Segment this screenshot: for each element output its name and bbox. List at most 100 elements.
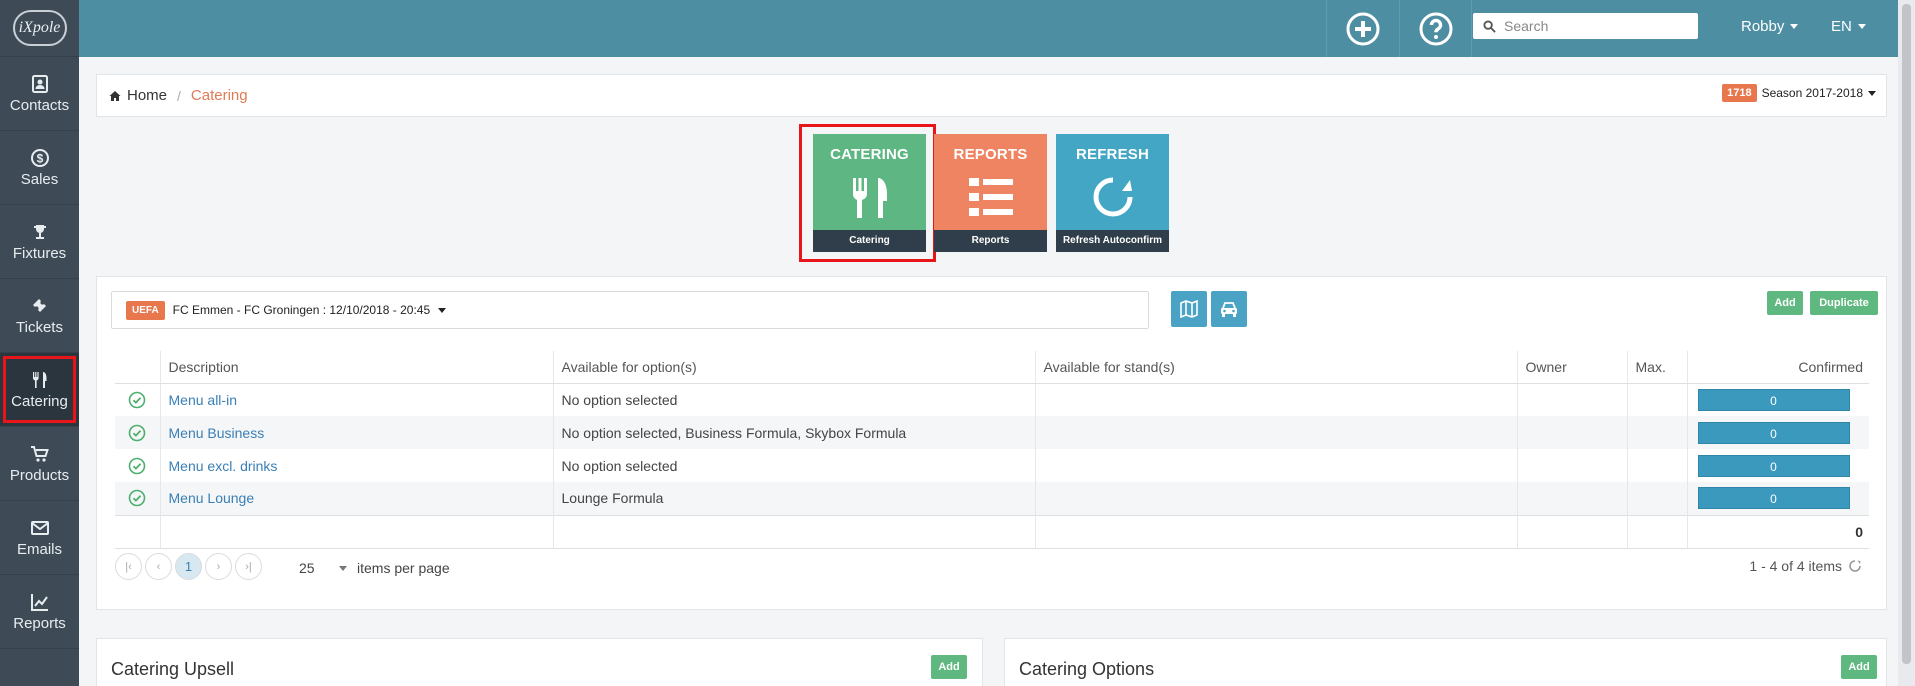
column-header-owner[interactable]: Owner bbox=[1516, 351, 1627, 384]
first-page-button[interactable]: |‹ bbox=[115, 553, 142, 580]
map-button[interactable] bbox=[1171, 291, 1207, 327]
map-icon bbox=[1180, 299, 1198, 319]
scrollbar-thumb[interactable] bbox=[1902, 4, 1911, 664]
logo-text: iXpole bbox=[12, 10, 67, 46]
max-cell bbox=[1626, 383, 1687, 416]
top-bar: Robby EN bbox=[79, 0, 1915, 57]
tile-title: REPORTS bbox=[953, 146, 1028, 163]
question-circle-icon bbox=[1419, 12, 1452, 45]
prev-page-button[interactable]: ‹ bbox=[145, 553, 172, 580]
sidebar-item-products[interactable]: Products bbox=[0, 427, 79, 501]
trophy-icon bbox=[33, 224, 46, 239]
column-header-description[interactable]: Description bbox=[159, 351, 553, 384]
season-selector[interactable]: 1718 Season 2017-2018 bbox=[1722, 84, 1876, 102]
next-page-button[interactable]: › bbox=[205, 553, 232, 580]
language-label: EN bbox=[1831, 18, 1852, 35]
menu-link[interactable]: Menu Business bbox=[169, 425, 265, 441]
stands-cell bbox=[1034, 482, 1517, 515]
add-button[interactable]: Add bbox=[1767, 291, 1803, 315]
refresh-tile[interactable]: REFRESH Refresh Autoconfirm bbox=[1056, 134, 1169, 252]
refresh-icon[interactable] bbox=[1848, 559, 1862, 573]
owner-cell bbox=[1516, 449, 1627, 482]
language-menu[interactable]: EN bbox=[1831, 18, 1866, 35]
page-button-current[interactable]: 1 bbox=[175, 553, 202, 580]
table-row: Menu all-in No option selected 0 bbox=[115, 383, 1869, 416]
sidebar-item-label: Contacts bbox=[9, 96, 70, 114]
car-button[interactable] bbox=[1211, 291, 1247, 327]
add-new-button[interactable] bbox=[1326, 0, 1399, 57]
chart-icon bbox=[30, 593, 48, 611]
catering-options-panel: Catering Options Add bbox=[1004, 638, 1887, 686]
last-page-button[interactable]: ›| bbox=[235, 553, 262, 580]
sidebar-item-contacts[interactable]: Contacts bbox=[0, 57, 79, 131]
page-size-dropdown[interactable]: 25 bbox=[299, 560, 347, 576]
options-cell: No option selected bbox=[552, 383, 1035, 416]
column-header-options[interactable]: Available for option(s) bbox=[552, 351, 1035, 384]
confirmed-cell: 0 bbox=[1686, 449, 1869, 482]
description-cell: Menu all-in bbox=[159, 383, 553, 416]
duplicate-button[interactable]: Duplicate bbox=[1810, 291, 1878, 315]
page-size-value: 25 bbox=[299, 560, 315, 576]
chevron-down-icon bbox=[438, 307, 447, 313]
sidebar-item-catering[interactable]: Catering bbox=[0, 353, 79, 427]
menu-link[interactable]: Menu Lounge bbox=[169, 490, 255, 506]
confirmed-bar: 0 bbox=[1697, 454, 1850, 477]
check-circle-icon bbox=[128, 490, 146, 507]
list-icon bbox=[968, 177, 1013, 216]
user-menu[interactable]: Robby bbox=[1741, 18, 1799, 35]
breadcrumb-home-link[interactable]: Home bbox=[127, 87, 167, 104]
breadcrumb: Home / Catering 1718 Season 2017-2018 bbox=[96, 74, 1887, 117]
search-box[interactable] bbox=[1473, 13, 1698, 39]
status-cell bbox=[115, 383, 160, 416]
menu-table: Description Available for option(s) Avai… bbox=[115, 351, 1869, 549]
confirmed-bar: 0 bbox=[1697, 388, 1850, 411]
description-cell: Menu Business bbox=[159, 416, 553, 449]
stands-cell bbox=[1034, 383, 1517, 416]
search-input[interactable] bbox=[1504, 18, 1684, 34]
logo[interactable]: iXpole bbox=[0, 0, 79, 57]
stands-cell bbox=[1034, 416, 1517, 449]
sidebar-item-label: Emails bbox=[16, 540, 62, 558]
sidebar-item-tickets[interactable]: Tickets bbox=[0, 279, 79, 353]
sidebar-item-label: Catering bbox=[11, 392, 68, 410]
catering-upsell-panel: Catering Upsell Add bbox=[96, 638, 983, 686]
cutlery-icon bbox=[32, 371, 46, 388]
car-icon bbox=[1221, 302, 1237, 317]
max-cell bbox=[1626, 449, 1687, 482]
column-header-stands[interactable]: Available for stand(s) bbox=[1034, 351, 1517, 384]
panel-title: Catering Upsell bbox=[111, 659, 235, 679]
total-confirmed: 0 bbox=[1686, 514, 1869, 549]
menu-link[interactable]: Menu all-in bbox=[169, 392, 237, 408]
add-upsell-button[interactable]: Add bbox=[931, 655, 967, 679]
chevron-down-icon bbox=[1868, 90, 1876, 96]
reports-tile[interactable]: REPORTS Reports bbox=[934, 134, 1047, 252]
scrollbar[interactable] bbox=[1898, 0, 1915, 686]
plus-circle-icon bbox=[1346, 12, 1380, 45]
owner-cell bbox=[1516, 416, 1627, 449]
owner-cell bbox=[1516, 482, 1627, 515]
options-cell: No option selected, Business Formula, Sk… bbox=[552, 416, 1035, 449]
sidebar-item-fixtures[interactable]: Fixtures bbox=[0, 205, 79, 279]
check-circle-icon bbox=[128, 391, 146, 409]
match-selector[interactable]: UEFA FC Emmen - FC Groningen : 12/10/201… bbox=[111, 291, 1149, 329]
sidebar-item-reports[interactable]: Reports bbox=[0, 575, 79, 649]
sidebar-item-sales[interactable]: $ Sales bbox=[0, 131, 79, 205]
season-label: Season 2017-2018 bbox=[1761, 86, 1863, 100]
menu-link[interactable]: Menu excl. drinks bbox=[169, 458, 278, 474]
help-button[interactable] bbox=[1399, 0, 1472, 57]
add-option-button[interactable]: Add bbox=[1841, 655, 1877, 679]
sidebar-item-emails[interactable]: Emails bbox=[0, 501, 79, 575]
confirmed-bar: 0 bbox=[1697, 487, 1850, 510]
catering-panel: UEFA FC Emmen - FC Groningen : 12/10/201… bbox=[96, 276, 1887, 610]
items-per-page-label: items per page bbox=[357, 560, 450, 576]
dollar-icon: $ bbox=[30, 148, 49, 167]
chevron-down-icon bbox=[339, 565, 347, 571]
table-total-row: 0 bbox=[115, 514, 1869, 549]
match-label: FC Emmen - FC Groningen : 12/10/2018 - 2… bbox=[172, 303, 431, 317]
column-header-confirmed[interactable]: Confirmed bbox=[1686, 351, 1869, 384]
tile-highlight-frame bbox=[799, 124, 936, 262]
season-badge: 1718 bbox=[1722, 84, 1757, 102]
column-header-max[interactable]: Max. bbox=[1626, 351, 1687, 384]
owner-cell bbox=[1516, 383, 1627, 416]
status-cell bbox=[115, 416, 160, 449]
